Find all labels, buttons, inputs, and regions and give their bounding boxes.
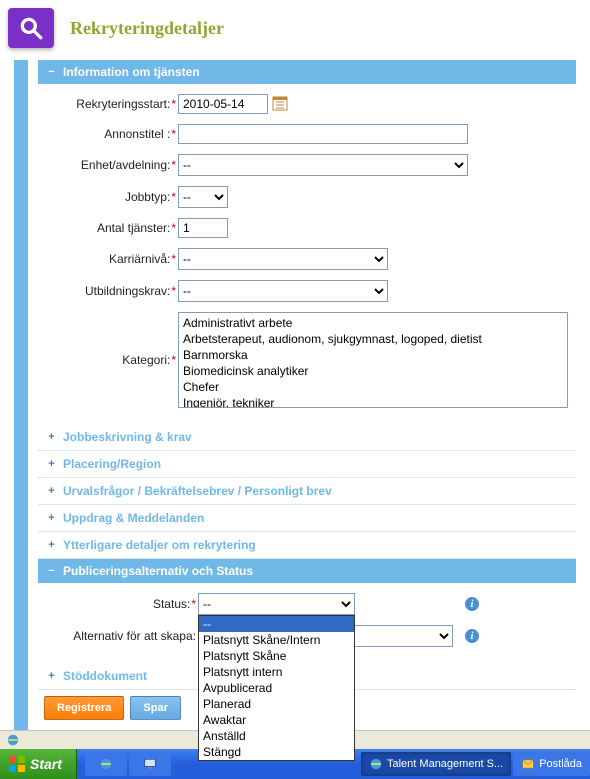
windows-logo-icon [8, 755, 26, 773]
status-dropdown-list[interactable]: -- Platsnytt Skåne/Intern Platsnytt Skån… [198, 615, 355, 761]
taskbar-item-postlada[interactable]: Postlåda [513, 752, 590, 776]
label-antal: Antal tjänster:* [46, 221, 178, 235]
list-item[interactable]: Planerad [199, 696, 354, 712]
status-select[interactable]: -- [198, 593, 355, 615]
list-item[interactable]: Barnmorska [181, 347, 565, 363]
taskbar-label: Postlåda [539, 758, 582, 770]
label-rekryteringsstart: Rekryteringsstart:* [46, 97, 178, 111]
section-body-information: Rekryteringsstart:* Annonstitel :* [38, 84, 576, 424]
ie-icon [6, 733, 20, 747]
mail-icon [521, 757, 535, 771]
section-placering[interactable]: + Placering/Region [38, 451, 576, 478]
taskbar-item-talent[interactable]: Talent Management S... [361, 752, 511, 776]
utbildning-select[interactable]: -- [178, 280, 388, 302]
quicklaunch-ie[interactable] [85, 752, 127, 776]
list-item[interactable]: Biomedicinsk analytiker [181, 363, 565, 379]
spara-button[interactable]: Spar [130, 696, 180, 720]
label-enhet: Enhet/avdelning:* [46, 158, 178, 172]
desktop-icon [143, 757, 157, 771]
list-item[interactable]: Arbetsterapeut, audionom, sjukgymnast, l… [181, 331, 565, 347]
list-item[interactable]: Anställd [199, 728, 354, 744]
section-title: Information om tjänsten [63, 65, 200, 79]
karriar-select[interactable]: -- [178, 248, 388, 270]
section-ytterligare[interactable]: + Ytterligare detaljer om rekrytering [38, 532, 576, 559]
calendar-icon[interactable] [272, 95, 288, 114]
start-label: Start [30, 756, 62, 772]
list-item[interactable]: Platsnytt Skåne/Intern [199, 632, 354, 648]
rekryteringsstart-input[interactable] [178, 94, 268, 114]
list-item[interactable]: Awaktar [199, 712, 354, 728]
list-item[interactable]: Platsnytt Skåne [199, 648, 354, 664]
expand-icon: + [46, 513, 57, 524]
list-item[interactable]: Platsnytt intern [199, 664, 354, 680]
taskbar-label: Talent Management S... [387, 758, 503, 770]
search-icon [8, 8, 54, 48]
page-title: Rekryteringdetaljer [70, 18, 224, 39]
antal-input[interactable] [178, 218, 228, 238]
section-title: Placering/Region [63, 457, 161, 471]
section-jobbeskrivning[interactable]: + Jobbeskrivning & krav [38, 424, 576, 451]
expand-icon: + [46, 486, 57, 497]
section-title: Publiceringsalternativ och Status [63, 564, 253, 578]
registrera-button[interactable]: Registrera [44, 696, 124, 720]
left-nav-bar [14, 60, 28, 730]
list-item[interactable]: Administrativt arbete [181, 315, 565, 331]
expand-icon: + [46, 459, 57, 470]
list-item[interactable]: -- [199, 616, 354, 632]
label-utbildning: Utbildningskrav:* [46, 284, 178, 298]
ie-icon [99, 757, 113, 771]
expand-icon: + [46, 671, 57, 682]
start-button[interactable]: Start [0, 749, 77, 779]
quicklaunch-desktop[interactable] [129, 752, 171, 776]
list-item[interactable]: Chefer [181, 379, 565, 395]
annonstitel-input[interactable] [178, 124, 468, 144]
label-jobbtyp: Jobbtyp:* [46, 190, 178, 204]
ie-icon [369, 757, 383, 771]
label-karriar: Karriärnivå:* [46, 252, 178, 266]
label-kategori: Kategori:* [46, 353, 178, 367]
section-urval[interactable]: + Urvalsfrågor / Bekräftelsebrev / Perso… [38, 478, 576, 505]
section-title: Jobbeskrivning & krav [63, 430, 192, 444]
jobbtyp-select[interactable]: -- [178, 186, 228, 208]
enhet-select[interactable]: -- [178, 154, 468, 176]
info-icon[interactable]: i [465, 597, 479, 611]
collapse-icon: − [46, 566, 57, 577]
list-item[interactable]: Stängd [199, 744, 354, 760]
expand-icon: + [46, 432, 57, 443]
list-item[interactable]: Ingenjör, tekniker [181, 395, 565, 408]
section-body-publicering: Status:* -- -- Platsnytt Skåne/Intern Pl… [38, 583, 576, 663]
section-header-publicering[interactable]: − Publiceringsalternativ och Status [38, 559, 576, 583]
expand-icon: + [46, 540, 57, 551]
label-alternativ: Alternativ för att skapa: [46, 629, 198, 643]
info-icon[interactable]: i [465, 629, 479, 643]
section-header-information[interactable]: − Information om tjänsten [38, 60, 576, 84]
section-title: Urvalsfrågor / Bekräftelsebrev / Personl… [63, 484, 332, 498]
section-title: Stöddokument [63, 669, 147, 683]
collapse-icon: − [46, 67, 57, 78]
list-item[interactable]: Avpublicerad [199, 680, 354, 696]
section-title: Uppdrag & Meddelanden [63, 511, 204, 525]
label-annonstitel: Annonstitel :* [46, 127, 178, 141]
section-title: Ytterligare detaljer om rekrytering [63, 538, 256, 552]
section-uppdrag[interactable]: + Uppdrag & Meddelanden [38, 505, 576, 532]
kategori-listbox[interactable]: Administrativt arbete Arbetsterapeut, au… [178, 312, 568, 408]
label-status: Status:* [46, 597, 198, 611]
